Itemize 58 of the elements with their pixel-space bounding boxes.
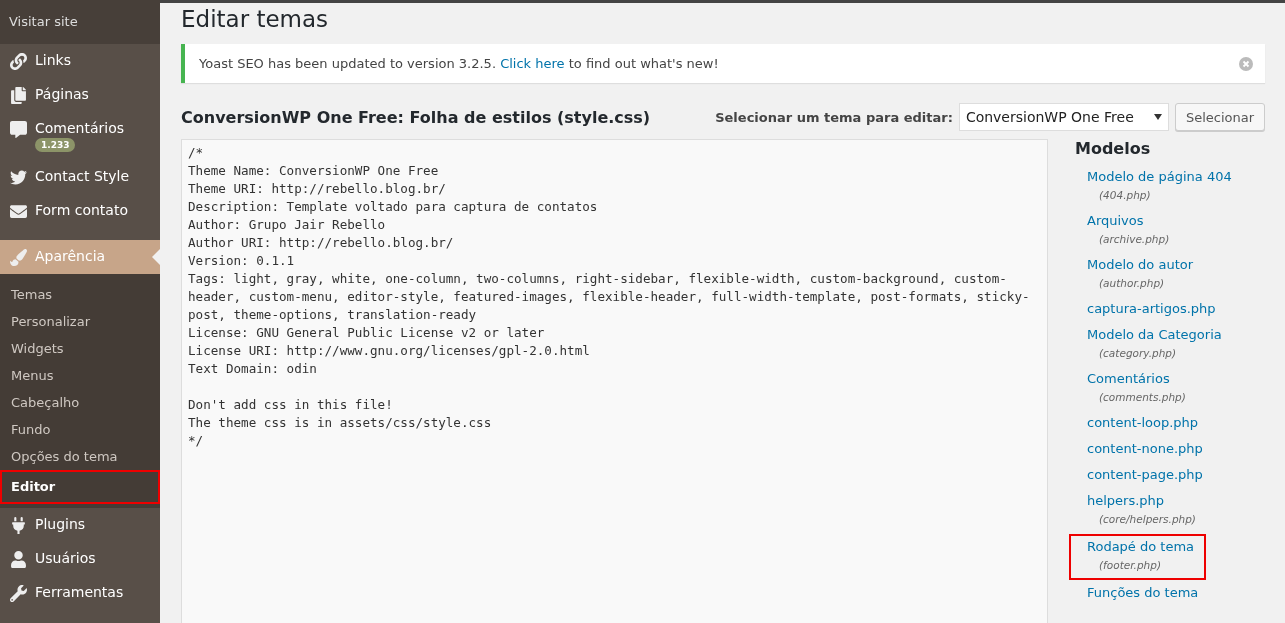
sidebar-item[interactable]: Usuários: [0, 542, 160, 576]
submenu-item[interactable]: Cabeçalho: [0, 389, 160, 416]
submenu-item[interactable]: Widgets: [0, 335, 160, 362]
sidebar-item[interactable]: Comentários 1.233: [0, 112, 160, 160]
submenu-item[interactable]: Editor: [0, 470, 160, 504]
template-link[interactable]: content-page.php: [1087, 466, 1203, 484]
sidebar-item[interactable]: Ferramentas: [0, 576, 160, 610]
template-link[interactable]: Funções do tema: [1087, 584, 1199, 602]
pages-icon: [9, 86, 27, 104]
template-file: (comments.php): [1098, 390, 1186, 405]
select-label: Selecionar um tema para editar:: [715, 109, 953, 125]
sidebar-item[interactable]: Contact Style: [0, 160, 160, 194]
submenu-item[interactable]: Menus: [0, 362, 160, 389]
page-title: Editar temas: [181, 6, 330, 32]
template-link[interactable]: content-loop.php: [1087, 414, 1199, 432]
visit-site-link[interactable]: Visitar site: [0, 0, 160, 44]
caret-icon: [1153, 114, 1162, 120]
theme-select[interactable]: ConversionWP One Free: [958, 103, 1169, 131]
template-link[interactable]: Modelo de página 404: [1087, 168, 1232, 186]
paintbrush-icon: [9, 248, 27, 266]
templates-heading: Modelos: [1075, 139, 1152, 158]
notice-link[interactable]: Click here: [500, 56, 565, 71]
submenu-item[interactable]: Temas: [0, 281, 160, 308]
template-link[interactable]: Modelo do autor: [1087, 256, 1194, 274]
template-link[interactable]: helpers.php: [1087, 492, 1196, 510]
template-link[interactable]: Rodapé do tema: [1087, 538, 1195, 556]
wrench-icon: [9, 584, 27, 602]
template-file: (author.php): [1098, 276, 1166, 291]
template-link[interactable]: Modelo da Categoria: [1087, 326, 1222, 344]
file-heading: ConversionWP One Free: Folha de estilos (style.css): [181, 107, 651, 127]
notice-text: Yoast SEO has been updated to version 3.2.5. Click here to find out what's new!: [199, 56, 719, 71]
template-link[interactable]: Arquivos: [1087, 212, 1170, 230]
template-file: (404.php): [1098, 188, 1152, 203]
template-file: (core/helpers.php): [1098, 512, 1196, 527]
plug-icon: [9, 516, 27, 534]
bird-icon: [9, 168, 27, 186]
sidebar-item[interactable]: Form contato: [0, 194, 160, 228]
speech-bubble-icon: [9, 120, 27, 138]
select-button[interactable]: Selecionar: [1174, 103, 1265, 131]
sidebar-item[interactable]: Links: [0, 44, 160, 78]
submenu-item[interactable]: Fundo: [0, 416, 160, 443]
envelope-icon: [9, 202, 27, 220]
template-link[interactable]: content-none.php: [1087, 440, 1203, 458]
count-badge: 1.233: [35, 138, 76, 152]
link-icon: [9, 52, 27, 70]
user-icon: [9, 550, 27, 568]
template-file: (archive.php): [1098, 232, 1170, 247]
submenu-item[interactable]: Personalizar: [0, 308, 160, 335]
code-editor[interactable]: /* Theme Name: ConversionWP One Free Theme URI: http://rebello.blog.br/ Description: Template voltado para captura de contatos Author: Grupo Jair Rebello Author URI: http://rebello.blog.br/ Version: 0.1.1 Tags: light, gray, white, one-column, two-columns, right-sidebar, flexible-width, custom-background, custom-header, custom-menu, editor-style, featured-images, flexible-header, full-width-template, post-formats, sticky-post, theme-options, translation-ready License: GNU General Public License v2 or later License URI: http://www.gnu.org/licenses/gpl-2.0.html Text Domain: odin Don't add css in this file! The theme css is in assets/css/style.css */: [181, 139, 1048, 623]
sidebar-item-label: Comentários: [35, 120, 125, 136]
template-link[interactable]: Comentários: [1087, 370, 1186, 388]
template-link[interactable]: captura-artigos.php: [1087, 300, 1216, 318]
dismiss-icon[interactable]: [1239, 56, 1253, 71]
template-file: (category.php): [1098, 346, 1178, 361]
submenu-item[interactable]: Opções do tema: [0, 443, 160, 470]
template-file: (footer.php): [1098, 558, 1162, 573]
sidebar-item[interactable]: Páginas: [0, 78, 160, 112]
sidebar-item[interactable]: Plugins: [0, 508, 160, 542]
